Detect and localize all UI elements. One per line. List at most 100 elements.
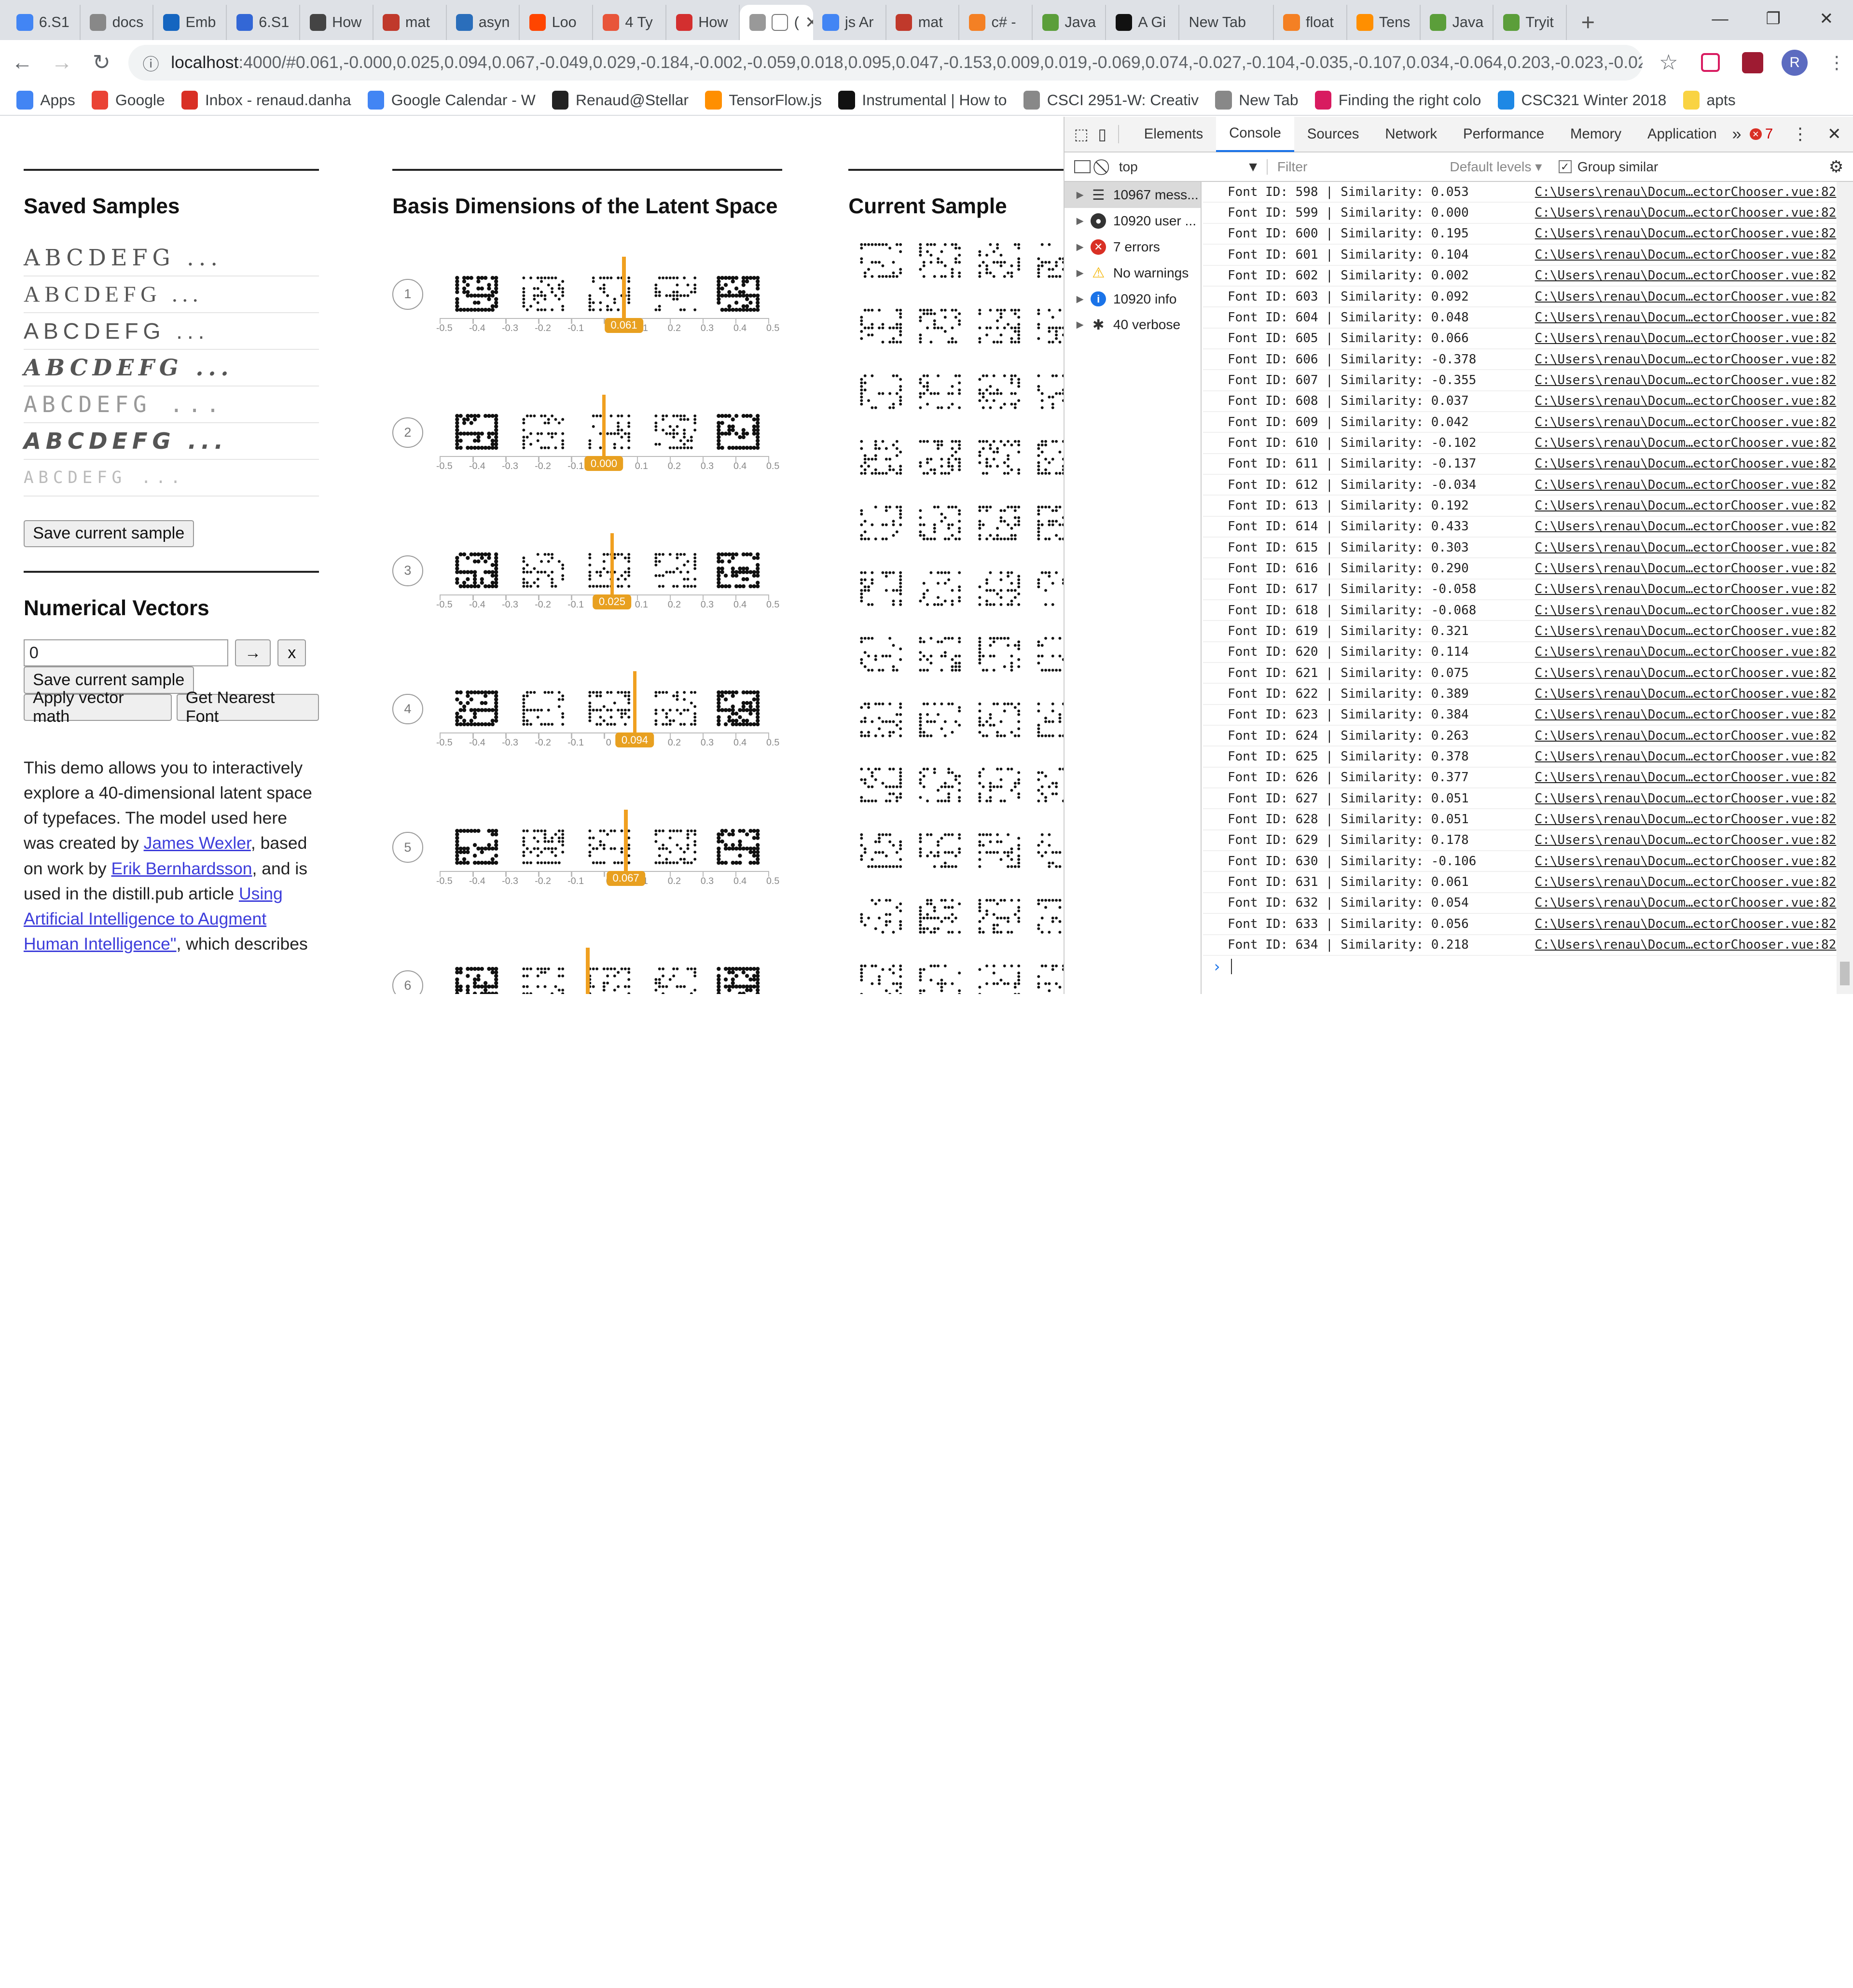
glyph-preview[interactable]: [715, 276, 762, 313]
glyph-preview[interactable]: [586, 552, 634, 590]
devtools-tab-elements[interactable]: Elements: [1131, 116, 1216, 152]
bookmark-item[interactable]: TensorFlow.js: [705, 90, 822, 110]
glyph-preview[interactable]: [586, 414, 634, 451]
log-source-link[interactable]: C:\Users\renau\Docum…ectorChooser.vue:82: [1535, 373, 1837, 387]
log-source-link[interactable]: C:\Users\renau\Docum…ectorChooser.vue:82: [1535, 519, 1837, 534]
glyph-preview[interactable]: [652, 966, 700, 994]
console-filter-item[interactable]: ▶ ⚠ No warnings: [1065, 260, 1201, 286]
forward-icon[interactable]: →: [44, 45, 79, 80]
link-erik-bernhardsson[interactable]: Erik Bernhardsson: [111, 859, 252, 878]
console-filter-item[interactable]: ▶ ● 10920 user ...: [1065, 208, 1201, 234]
info-icon[interactable]: ⓘ: [143, 51, 159, 75]
glyph-preview[interactable]: [520, 690, 567, 728]
saved-sample[interactable]: ABCDEFG ...: [23, 460, 319, 497]
glyph-preview[interactable]: [652, 690, 700, 728]
scrollbar[interactable]: [1836, 182, 1853, 994]
nearest-font-button[interactable]: Get Nearest Font: [176, 689, 319, 726]
mendeley-extension-icon[interactable]: [1736, 46, 1769, 80]
log-source-link[interactable]: C:\Users\renau\Docum…ectorChooser.vue:82: [1535, 456, 1837, 471]
slider-handle[interactable]: [624, 809, 628, 881]
saved-sample[interactable]: ABCDEFG ...: [23, 240, 319, 277]
saved-sample[interactable]: ABCDEFG ...: [23, 423, 319, 460]
log-source-link[interactable]: C:\Users\renau\Docum…ectorChooser.vue:82: [1535, 666, 1837, 680]
slider-handle[interactable]: [610, 533, 614, 604]
glyph-preview[interactable]: [454, 690, 501, 728]
levels-select[interactable]: Default levels ▾: [1450, 159, 1542, 175]
log-source-link[interactable]: C:\Users\renau\Docum…ectorChooser.vue:82: [1535, 645, 1837, 659]
inspect-icon[interactable]: ⬚: [1074, 125, 1089, 143]
pocket-extension-icon[interactable]: [1694, 46, 1727, 80]
log-source-link[interactable]: C:\Users\renau\Docum…ectorChooser.vue:82: [1535, 833, 1837, 847]
bookmark-item[interactable]: Inbox - renaud.danha: [181, 90, 351, 110]
sidebar-toggle-icon[interactable]: [1074, 160, 1091, 173]
devtools-tab-performance[interactable]: Performance: [1450, 116, 1557, 152]
glyph-preview[interactable]: [715, 690, 762, 728]
glyph-preview[interactable]: [586, 276, 634, 313]
log-source-link[interactable]: C:\Users\renau\Docum…ectorChooser.vue:82: [1535, 394, 1837, 408]
reload-icon[interactable]: ↻: [84, 45, 119, 80]
context-select[interactable]: top ▼: [1119, 159, 1268, 175]
link-james-wexler[interactable]: James Wexler: [144, 833, 251, 853]
browser-tab[interactable]: Loo: [520, 4, 594, 41]
glyph-preview[interactable]: [454, 828, 501, 866]
log-source-link[interactable]: C:\Users\renau\Docum…ectorChooser.vue:82: [1535, 436, 1837, 450]
glyph-preview[interactable]: [454, 414, 501, 451]
browser-tab[interactable]: Tens: [1347, 4, 1421, 41]
glyph-preview[interactable]: [715, 966, 762, 994]
console-filter-item[interactable]: ▶ ☰ 10967 mess...: [1065, 182, 1201, 208]
devtools-tab-network[interactable]: Network: [1372, 116, 1450, 152]
glyph-preview[interactable]: [586, 966, 634, 994]
glyph-preview[interactable]: [715, 828, 762, 866]
console-filter-item[interactable]: ▶ ✕ 7 errors: [1065, 234, 1201, 260]
glyph-preview[interactable]: [715, 414, 762, 451]
log-source-link[interactable]: C:\Users\renau\Docum…ectorChooser.vue:82: [1535, 226, 1837, 241]
saved-sample[interactable]: ABCDEFG ...: [23, 313, 319, 350]
arrow-button[interactable]: →: [235, 639, 271, 667]
menu-dots-icon[interactable]: ⋮: [1820, 46, 1853, 80]
bookmark-item[interactable]: Renaud@Stellar: [552, 90, 689, 110]
bookmark-item[interactable]: Instrumental | How to: [838, 90, 1007, 110]
close-window-icon[interactable]: ✕: [1800, 0, 1853, 38]
devtools-tab-memory[interactable]: Memory: [1557, 116, 1634, 152]
browser-tab[interactable]: Emb: [153, 4, 227, 41]
address-bar[interactable]: ⓘ localhost :4000/#0.061,-0.000,0.025,0.…: [128, 45, 1643, 81]
slider-handle[interactable]: [586, 948, 590, 994]
log-source-link[interactable]: C:\Users\renau\Docum…ectorChooser.vue:82: [1535, 938, 1837, 952]
log-source-link[interactable]: C:\Users\renau\Docum…ectorChooser.vue:82: [1535, 791, 1837, 806]
glyph-preview[interactable]: [454, 966, 501, 994]
log-source-link[interactable]: C:\Users\renau\Docum…ectorChooser.vue:82: [1535, 540, 1837, 555]
log-source-link[interactable]: C:\Users\renau\Docum…ectorChooser.vue:82: [1535, 854, 1837, 869]
glyph-preview[interactable]: [520, 276, 567, 313]
log-source-link[interactable]: C:\Users\renau\Docum…ectorChooser.vue:82: [1535, 248, 1837, 262]
scrollbar-thumb[interactable]: [1840, 962, 1850, 986]
console-filter-item[interactable]: ▶ i 10920 info: [1065, 286, 1201, 312]
browser-tab[interactable]: Tryit: [1493, 4, 1567, 41]
log-source-link[interactable]: C:\Users\renau\Docum…ectorChooser.vue:82: [1535, 206, 1837, 220]
glyph-preview[interactable]: [652, 276, 700, 313]
back-icon[interactable]: ←: [5, 45, 40, 80]
log-source-link[interactable]: C:\Users\renau\Docum…ectorChooser.vue:82: [1535, 749, 1837, 764]
glyph-preview[interactable]: [586, 690, 634, 728]
save-sample-button[interactable]: Save current sample: [23, 520, 194, 547]
log-source-link[interactable]: C:\Users\renau\Docum…ectorChooser.vue:82: [1535, 185, 1837, 199]
log-source-link[interactable]: C:\Users\renau\Docum…ectorChooser.vue:82: [1535, 624, 1837, 638]
browser-tab[interactable]: (✕: [739, 4, 813, 41]
browser-tab[interactable]: Java: [1033, 4, 1106, 41]
minimize-icon[interactable]: —: [1693, 0, 1746, 38]
apply-vector-math-button[interactable]: Apply vector math: [23, 689, 172, 726]
devtools-tab-sources[interactable]: Sources: [1294, 116, 1372, 152]
browser-tab[interactable]: 6.S1: [7, 4, 81, 41]
browser-tab[interactable]: mat: [886, 4, 960, 41]
glyph-preview[interactable]: [652, 552, 700, 590]
bookmark-item[interactable]: CSC321 Winter 2018: [1497, 90, 1666, 110]
log-source-link[interactable]: C:\Users\renau\Docum…ectorChooser.vue:82: [1535, 875, 1837, 889]
devtools-tab-application[interactable]: Application: [1634, 116, 1730, 152]
glyph-preview[interactable]: [454, 276, 501, 313]
profile-avatar[interactable]: R: [1778, 46, 1811, 80]
browser-tab[interactable]: New Tab: [1179, 4, 1274, 41]
log-source-link[interactable]: C:\Users\renau\Docum…ectorChooser.vue:82: [1535, 812, 1837, 827]
restore-icon[interactable]: ❐: [1747, 0, 1800, 38]
log-source-link[interactable]: C:\Users\renau\Docum…ectorChooser.vue:82: [1535, 582, 1837, 596]
glyph-preview[interactable]: [652, 414, 700, 451]
log-source-link[interactable]: C:\Users\renau\Docum…ectorChooser.vue:82: [1535, 331, 1837, 345]
